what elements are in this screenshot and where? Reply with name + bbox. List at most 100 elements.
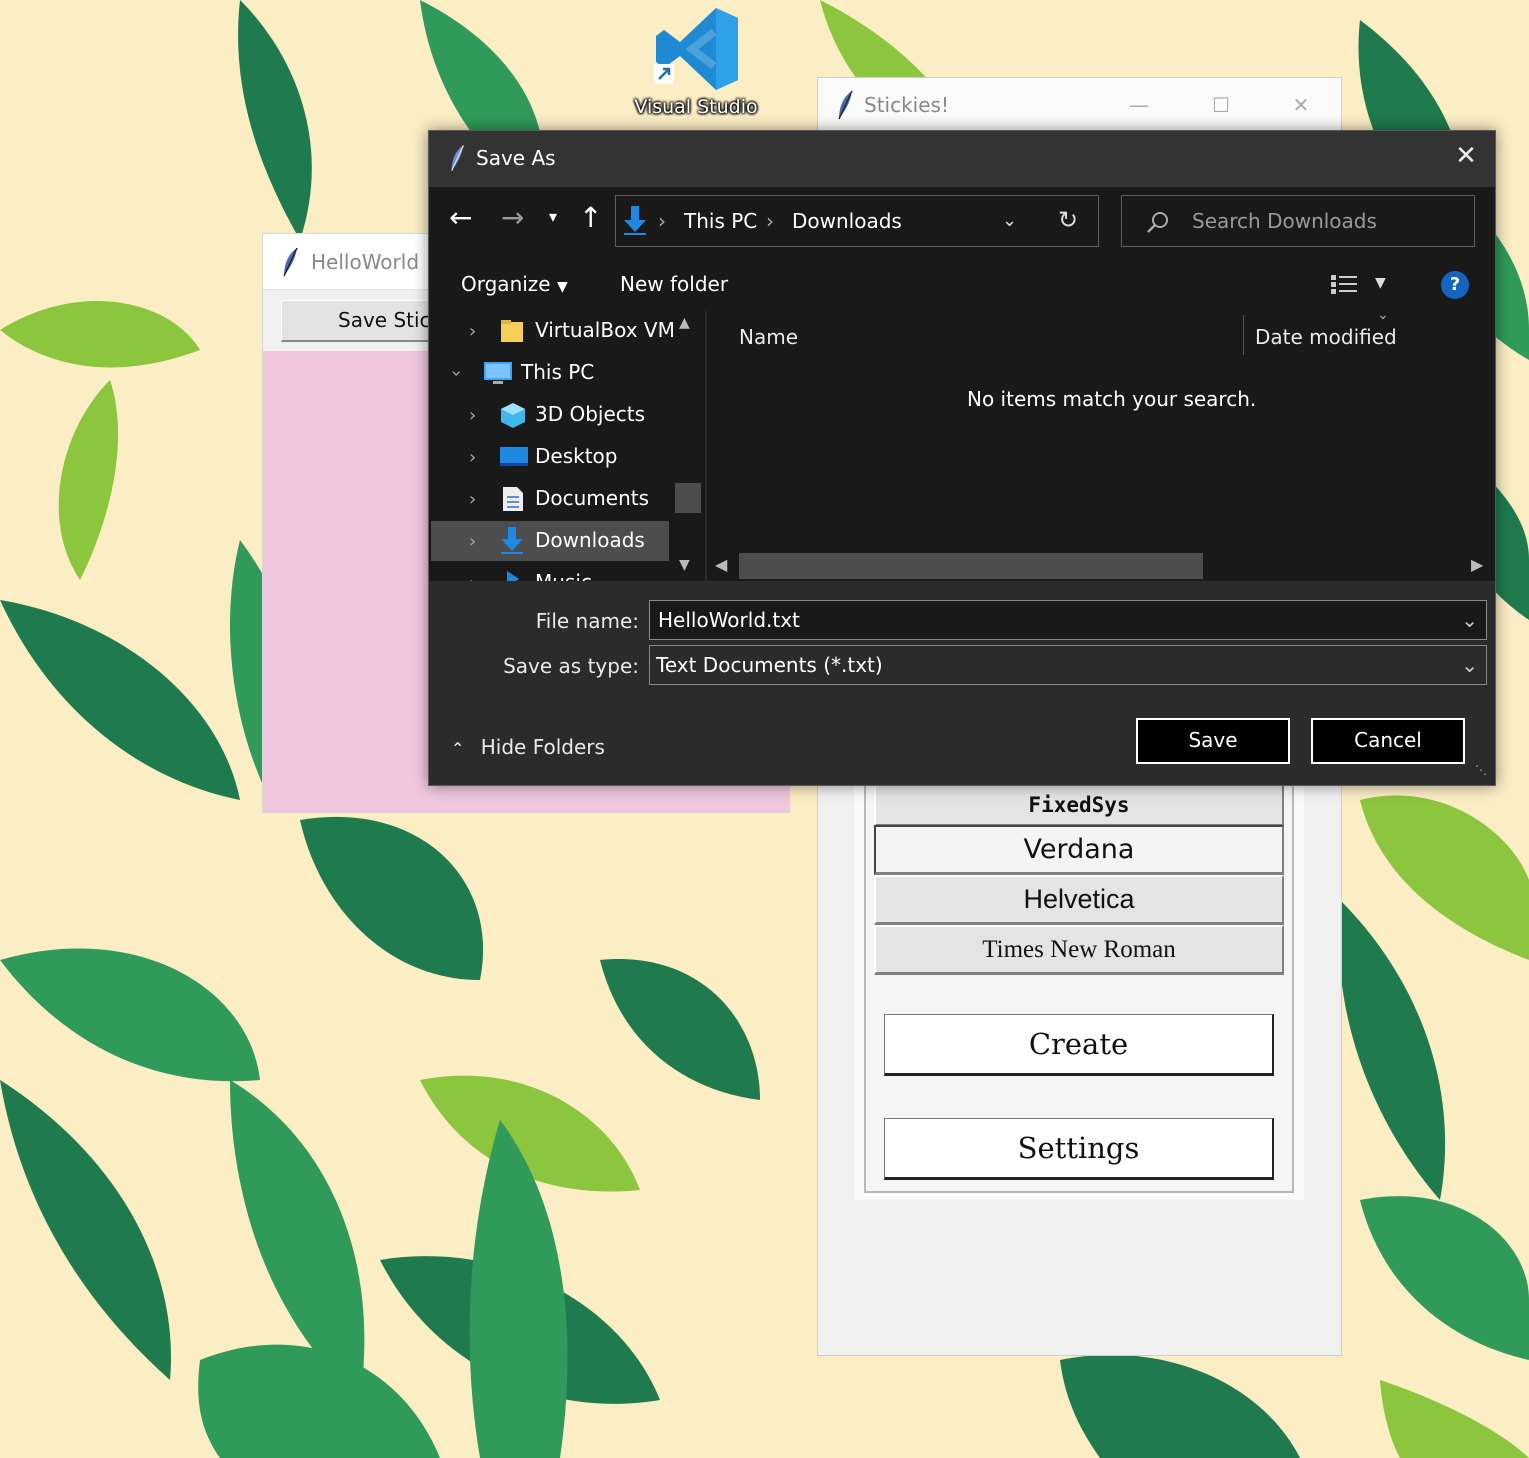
file-name-field[interactable]: HelloWorld.txt ⌄ bbox=[649, 600, 1487, 640]
search-box[interactable]: Search Downloads bbox=[1121, 195, 1475, 247]
desktop-icon-label: Visual Studio bbox=[634, 96, 758, 118]
helloworld-title: HelloWorld bbox=[311, 250, 420, 274]
tree-item-downloads[interactable]: › Downloads bbox=[431, 521, 669, 561]
column-header-date-modified[interactable]: Date modified bbox=[1255, 325, 1397, 349]
computer-icon bbox=[483, 359, 512, 387]
hide-folders-label: Hide Folders bbox=[480, 735, 605, 759]
expand-chevron-icon[interactable]: › bbox=[469, 447, 476, 468]
close-button[interactable]: ✕ bbox=[1278, 90, 1324, 120]
desktop-shortcut-vscode[interactable]: Visual Studio bbox=[628, 4, 764, 134]
command-bar: Organize ▼ New folder ▼ ? bbox=[429, 259, 1495, 311]
horizontal-scrollbar[interactable]: ◀ ▶ bbox=[707, 551, 1495, 581]
address-dropdown-chevron-icon[interactable]: ⌄ bbox=[1002, 210, 1017, 231]
save-options-pane: File name: HelloWorld.txt ⌄ Save as type… bbox=[429, 581, 1495, 785]
settings-button[interactable]: Settings bbox=[884, 1118, 1274, 1180]
breadcrumb-separator-icon: › bbox=[658, 209, 666, 233]
save-button[interactable]: Save bbox=[1136, 718, 1290, 764]
tree-item-3d-objects[interactable]: › 3D Objects bbox=[469, 395, 705, 435]
stickies-titlebar[interactable]: Stickies! — ☐ ✕ bbox=[818, 78, 1341, 132]
tree-label: VirtualBox VMs bbox=[535, 318, 686, 342]
desktop-icon bbox=[499, 443, 528, 471]
scroll-right-icon[interactable]: ▶ bbox=[1471, 555, 1483, 574]
save-type-value: Text Documents (*.txt) bbox=[656, 653, 883, 677]
tree-scrollbar[interactable]: ▲ ▼ bbox=[673, 311, 703, 581]
scroll-down-icon[interactable]: ▼ bbox=[679, 557, 690, 573]
feather-icon bbox=[283, 247, 298, 277]
vscode-icon bbox=[654, 8, 738, 90]
font-fixedsys-button[interactable]: FixedSys bbox=[874, 783, 1284, 827]
help-icon[interactable]: ? bbox=[1441, 271, 1469, 299]
cancel-button[interactable]: Cancel bbox=[1311, 718, 1465, 764]
maximize-button[interactable]: ☐ bbox=[1198, 90, 1244, 120]
tree-item-virtualbox[interactable]: › VirtualBox VMs bbox=[469, 311, 705, 351]
expand-chevron-icon[interactable]: › bbox=[469, 489, 476, 510]
breadcrumb-separator-icon: › bbox=[766, 209, 774, 233]
chevron-up-icon: ⌃ bbox=[451, 739, 465, 758]
recent-locations-chevron-icon[interactable]: ▾ bbox=[549, 207, 557, 226]
stickies-title: Stickies! bbox=[864, 93, 949, 117]
folder-tree: › VirtualBox VMs › This PC › 3D Objects … bbox=[429, 311, 705, 581]
scroll-left-icon[interactable]: ◀ bbox=[715, 555, 727, 574]
file-name-dropdown-chevron-icon[interactable]: ⌄ bbox=[1461, 601, 1478, 639]
view-dropdown-icon[interactable]: ▼ bbox=[1375, 275, 1386, 291]
tree-item-this-pc[interactable]: › This PC bbox=[446, 353, 693, 393]
breadcrumb-this-pc[interactable]: This PC bbox=[684, 209, 757, 233]
tree-label: Documents bbox=[535, 486, 650, 510]
dialog-title: Save As bbox=[476, 146, 556, 170]
minimize-button[interactable]: — bbox=[1116, 90, 1162, 120]
dialog-titlebar[interactable]: Save As ✕ bbox=[429, 131, 1495, 187]
navigation-bar: ← → ▾ ↑ › This PC › Downloads ⌄ ↻ Search… bbox=[429, 187, 1495, 259]
feather-icon bbox=[838, 90, 853, 120]
column-header-name[interactable]: Name bbox=[739, 325, 798, 349]
scroll-up-icon[interactable]: ▲ bbox=[679, 315, 690, 331]
search-icon bbox=[1147, 212, 1168, 233]
address-bar[interactable]: › This PC › Downloads ⌄ ↻ bbox=[615, 195, 1099, 247]
tree-item-documents[interactable]: › Documents bbox=[469, 479, 705, 519]
hide-folders-toggle[interactable]: ⌃ Hide Folders bbox=[451, 735, 605, 759]
dialog-close-button[interactable]: ✕ bbox=[1451, 141, 1481, 171]
tree-label: 3D Objects bbox=[535, 402, 646, 426]
save-as-dialog: Save As ✕ ← → ▾ ↑ › This PC › Downloads … bbox=[428, 130, 1496, 786]
back-arrow-icon[interactable]: ← bbox=[449, 201, 472, 234]
feather-icon bbox=[451, 145, 464, 171]
file-name-label: File name: bbox=[535, 609, 639, 633]
expand-chevron-icon[interactable]: › bbox=[469, 405, 476, 426]
tree-label: This PC bbox=[521, 360, 595, 384]
organize-menu[interactable]: Organize ▼ bbox=[461, 272, 568, 296]
font-helvetica-button[interactable]: Helvetica bbox=[874, 875, 1284, 925]
tree-label: Desktop bbox=[535, 444, 618, 468]
save-type-dropdown-chevron-icon[interactable]: ⌄ bbox=[1461, 646, 1478, 684]
tree-item-music[interactable]: › Music bbox=[469, 563, 705, 581]
column-divider[interactable] bbox=[1243, 315, 1244, 355]
view-options-icon[interactable] bbox=[1329, 273, 1363, 297]
tree-label: Downloads bbox=[535, 528, 645, 552]
refresh-icon[interactable]: ↻ bbox=[1058, 206, 1078, 234]
expand-chevron-icon[interactable]: › bbox=[469, 573, 476, 581]
create-button[interactable]: Create bbox=[884, 1014, 1274, 1076]
tree-item-desktop[interactable]: › Desktop bbox=[469, 437, 705, 477]
document-icon bbox=[499, 485, 527, 513]
save-type-label: Save as type: bbox=[503, 654, 639, 678]
downloads-arrow-icon bbox=[499, 527, 527, 555]
folder-icon bbox=[499, 317, 527, 345]
font-times-button[interactable]: Times New Roman bbox=[874, 925, 1284, 975]
organize-label: Organize bbox=[461, 272, 551, 296]
font-verdana-button[interactable]: Verdana bbox=[874, 825, 1284, 875]
scroll-thumb[interactable] bbox=[739, 553, 1203, 579]
collapse-chevron-icon[interactable]: › bbox=[446, 370, 467, 377]
forward-arrow-icon[interactable]: → bbox=[501, 201, 524, 234]
resize-grip-icon[interactable]: ⋱ bbox=[1475, 763, 1487, 777]
empty-message: No items match your search. bbox=[967, 387, 1257, 411]
file-list: Name ⌄ Date modified No items match your… bbox=[707, 307, 1495, 581]
new-folder-button[interactable]: New folder bbox=[620, 272, 728, 296]
breadcrumb-downloads[interactable]: Downloads bbox=[792, 209, 902, 233]
save-type-select[interactable]: Text Documents (*.txt) ⌄ bbox=[649, 645, 1487, 685]
scroll-thumb[interactable] bbox=[675, 483, 701, 513]
cube-icon bbox=[499, 401, 527, 429]
expand-chevron-icon[interactable]: › bbox=[469, 321, 476, 342]
up-arrow-icon[interactable]: ↑ bbox=[579, 201, 602, 234]
search-placeholder: Search Downloads bbox=[1192, 209, 1377, 233]
expand-chevron-icon[interactable]: › bbox=[469, 531, 476, 552]
music-icon bbox=[499, 569, 527, 581]
tree-label: Music bbox=[535, 570, 592, 581]
